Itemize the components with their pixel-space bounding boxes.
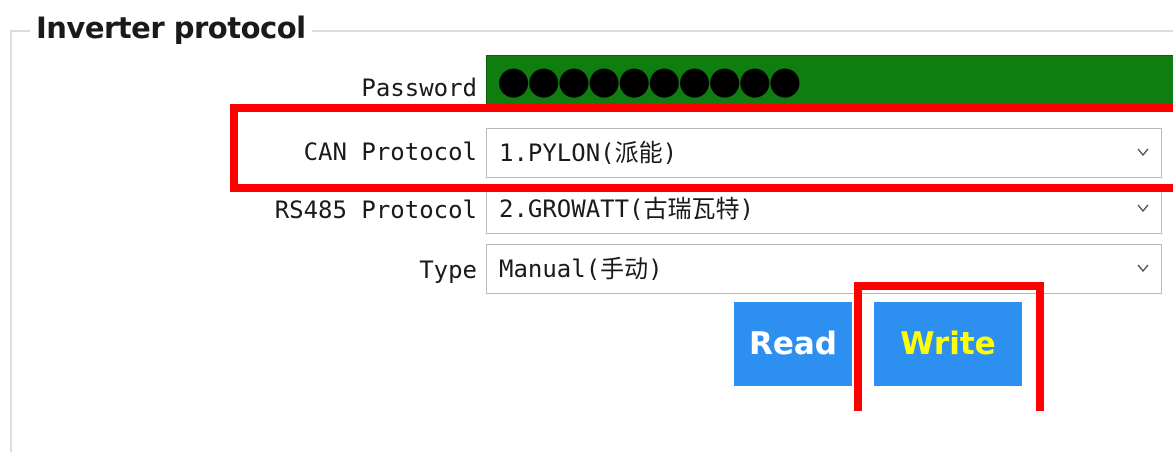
- read-button[interactable]: Read: [734, 302, 852, 386]
- rs485-protocol-value: 2.GROWATT(古瑞瓦特): [499, 195, 754, 223]
- group-title: Inverter protocol: [30, 8, 312, 48]
- type-select[interactable]: Manual(手动): [486, 244, 1162, 294]
- password-field[interactable]: ●●●●●●●●●●: [486, 55, 1173, 107]
- chevron-down-icon: [1137, 148, 1149, 157]
- chevron-down-icon: [1137, 204, 1149, 213]
- can-protocol-label: CAN Protocol: [303, 138, 477, 166]
- type-value: Manual(手动): [499, 255, 663, 283]
- rs485-protocol-label: RS485 Protocol: [274, 196, 477, 224]
- can-protocol-value: 1.PYLON(派能): [499, 139, 678, 167]
- password-value: ●●●●●●●●●●: [497, 58, 802, 102]
- write-button[interactable]: Write: [874, 302, 1022, 386]
- rs485-protocol-select[interactable]: 2.GROWATT(古瑞瓦特): [486, 184, 1162, 234]
- can-protocol-select[interactable]: 1.PYLON(派能): [486, 128, 1162, 178]
- chevron-down-icon: [1137, 264, 1149, 273]
- type-label: Type: [419, 256, 477, 284]
- password-label: Password: [361, 74, 477, 102]
